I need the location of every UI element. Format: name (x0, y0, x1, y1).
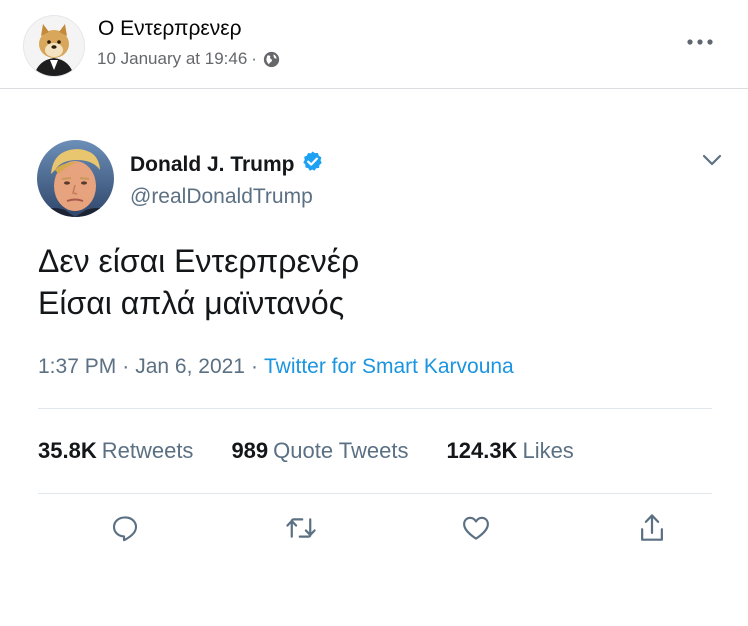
quote-tweets-count: 989 (231, 438, 269, 463)
tweet-date[interactable]: Jan 6, 2021 (135, 355, 245, 378)
header-divider (0, 88, 748, 89)
tweet-source-link[interactable]: Twitter for Smart Karvouna (264, 355, 514, 378)
retweets-stat[interactable]: 35.8K Retweets (38, 438, 193, 464)
tweet-text: Δεν είσαι Εντερπρενέρ Είσαι απλά μαϊνταν… (38, 240, 359, 324)
tweet-author: Donald J. Trump (130, 150, 324, 179)
author-avatar[interactable] (24, 16, 84, 76)
post-meta: 10 January at 19:46 · (97, 49, 280, 69)
like-icon[interactable] (458, 510, 494, 546)
meta-separator: · (122, 355, 130, 378)
stats-divider-bottom (38, 493, 712, 494)
tweet-stats: 35.8K Retweets 989 Quote Tweets 124.3K Like… (38, 438, 612, 464)
stats-divider-top (38, 408, 712, 409)
chevron-down-icon[interactable] (700, 148, 724, 172)
tweet-avatar[interactable] (37, 140, 114, 217)
post-header: Ο Εντερπρενερ 10 January at 19:46 · (0, 0, 748, 88)
trump-avatar-image (37, 140, 114, 217)
tweet-time[interactable]: 1:37 PM (38, 355, 116, 378)
more-dots-icon[interactable] (680, 28, 720, 56)
likes-count: 124.3K (446, 438, 518, 463)
quote-tweets-stat[interactable]: 989 Quote Tweets (231, 438, 408, 464)
globe-icon[interactable] (263, 51, 280, 68)
tweet-handle[interactable]: @realDonaldTrump (130, 185, 313, 209)
meta-separator: · (251, 49, 257, 68)
retweet-icon[interactable] (283, 510, 319, 546)
retweets-count: 35.8K (38, 438, 97, 463)
likes-label: Likes (522, 438, 574, 463)
verified-badge-icon (301, 150, 324, 179)
share-icon[interactable] (634, 510, 670, 546)
retweets-label: Retweets (101, 438, 194, 463)
tweet-meta: 1:37 PM · Jan 6, 2021 · Twitter for Smart Ka… (38, 355, 514, 379)
tweet-author-name[interactable]: Donald J. Trump (130, 153, 295, 177)
likes-stat[interactable]: 124.3K Likes (447, 438, 574, 464)
author-name[interactable]: Ο Εντερπρενερ (98, 17, 242, 41)
post-timestamp[interactable]: 10 January at 19:46 (97, 49, 247, 69)
reply-icon[interactable] (107, 510, 143, 546)
tweet-actions (0, 510, 748, 550)
tweet-text-line: Είσαι απλά μαϊντανός (38, 285, 345, 321)
tweet-text-line: Δεν είσαι Εντερπρενέρ (38, 243, 360, 279)
quote-tweets-label: Quote Tweets (273, 438, 409, 463)
doge-avatar-image (24, 16, 84, 76)
meta-separator: · (250, 355, 258, 378)
